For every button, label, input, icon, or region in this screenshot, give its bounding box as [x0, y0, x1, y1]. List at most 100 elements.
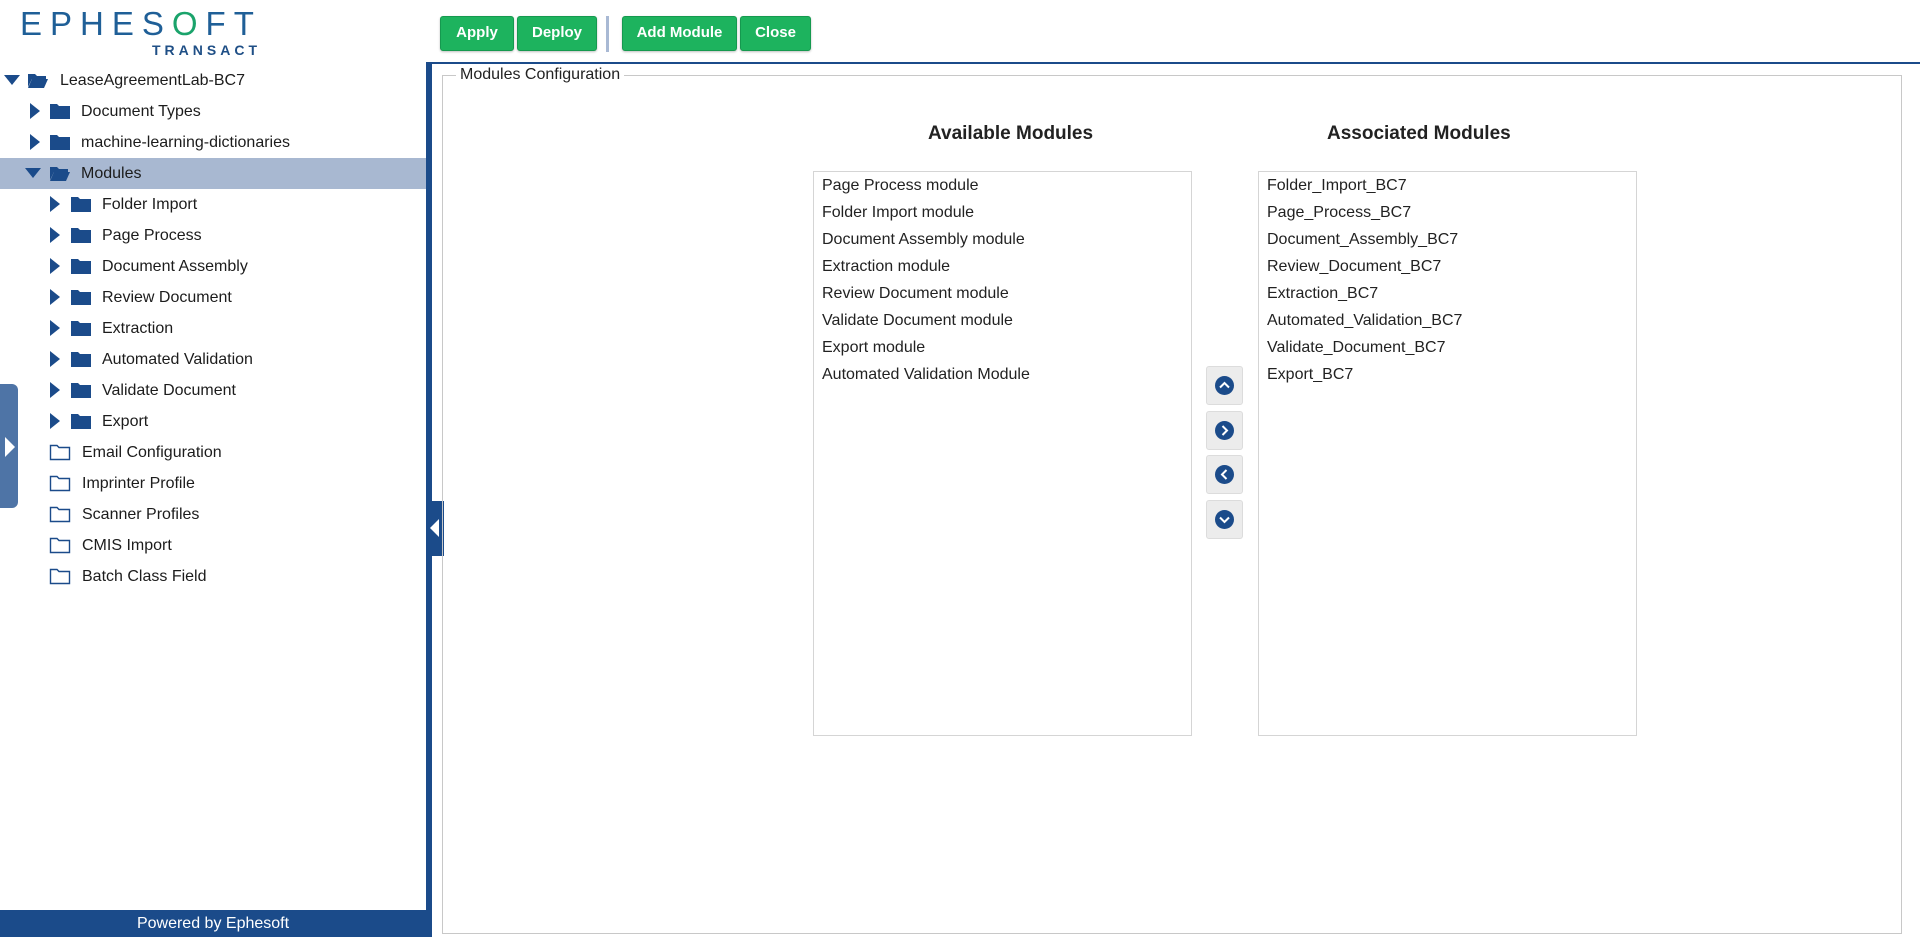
folder-icon — [50, 104, 70, 119]
open-folder-icon — [28, 74, 48, 88]
expand-right-icon[interactable] — [50, 289, 60, 305]
tree-label-root[interactable]: LeaseAgreementLab-BC7 — [60, 71, 245, 91]
list-item[interactable]: Validate Document module — [814, 307, 1191, 334]
expand-right-icon[interactable] — [30, 134, 40, 150]
tree-label[interactable]: Batch Class Field — [82, 567, 207, 587]
list-item[interactable]: Extraction module — [814, 253, 1191, 280]
list-item[interactable]: Automated_Validation_BC7 — [1259, 307, 1636, 334]
expand-right-icon[interactable] — [50, 413, 60, 429]
available-modules-list[interactable]: Page Process module Folder Import module… — [813, 171, 1192, 736]
tree-item-module[interactable]: Folder Import — [0, 189, 426, 220]
folder-icon — [71, 228, 91, 243]
folder-outline-icon — [49, 568, 71, 585]
tree-item-ml-dictionaries[interactable]: machine-learning-dictionaries — [0, 127, 426, 158]
ephesoft-logo: EPHESOFT TRANSACT — [20, 5, 257, 59]
folder-outline-icon — [49, 506, 71, 523]
tree-item-module[interactable]: Validate Document — [0, 375, 426, 406]
move-right-button[interactable] — [1206, 411, 1243, 450]
tree-label[interactable]: Scanner Profiles — [82, 505, 199, 525]
list-item[interactable]: Folder Import module — [814, 199, 1191, 226]
tree-label[interactable]: machine-learning-dictionaries — [81, 133, 290, 153]
powered-by-footer: Powered by Ephesoft — [0, 910, 426, 937]
tree-label[interactable]: Extraction — [102, 319, 173, 339]
tree-root[interactable]: LeaseAgreementLab-BC7 — [0, 65, 426, 96]
list-item[interactable]: Folder_Import_BC7 — [1259, 172, 1636, 199]
tree-item-module[interactable]: Page Process — [0, 220, 426, 251]
tree-label[interactable]: Export — [102, 412, 148, 432]
tree-label[interactable]: Email Configuration — [82, 443, 222, 463]
tree-item-cmis-import[interactable]: CMIS Import — [0, 530, 426, 561]
tree-label[interactable]: Page Process — [102, 226, 202, 246]
expand-right-icon[interactable] — [50, 227, 60, 243]
chevron-up-icon — [1215, 376, 1234, 395]
tree-label[interactable]: Document Assembly — [102, 257, 248, 277]
add-module-button[interactable]: Add Module — [622, 16, 737, 51]
toolbar-underline — [432, 62, 1920, 64]
caret-right-icon — [5, 437, 15, 457]
expand-down-icon[interactable] — [4, 75, 20, 85]
tree-item-module[interactable]: Review Document — [0, 282, 426, 313]
list-item[interactable]: Export module — [814, 334, 1191, 361]
expand-right-icon[interactable] — [30, 103, 40, 119]
panel-splitter[interactable] — [426, 62, 432, 937]
batch-class-tree: LeaseAgreementLab-BC7 Document Types mac… — [0, 65, 426, 592]
tree-label[interactable]: Review Document — [102, 288, 232, 308]
tree-item-email-configuration[interactable]: Email Configuration — [0, 437, 426, 468]
folder-icon — [71, 352, 91, 367]
tree-item-module[interactable]: Extraction — [0, 313, 426, 344]
apply-button[interactable]: Apply — [440, 16, 514, 51]
expand-right-icon[interactable] — [50, 196, 60, 212]
tree-item-document-types[interactable]: Document Types — [0, 96, 426, 127]
folder-icon — [71, 414, 91, 429]
move-left-button[interactable] — [1206, 455, 1243, 494]
folder-icon — [71, 259, 91, 274]
expand-right-icon[interactable] — [50, 258, 60, 274]
tree-item-imprinter-profile[interactable]: Imprinter Profile — [0, 468, 426, 499]
list-item[interactable]: Document Assembly module — [814, 226, 1191, 253]
list-item[interactable]: Validate_Document_BC7 — [1259, 334, 1636, 361]
tree-item-batch-class-field[interactable]: Batch Class Field — [0, 561, 426, 592]
tree-label[interactable]: Validate Document — [102, 381, 236, 401]
associated-modules-list[interactable]: Folder_Import_BC7 Page_Process_BC7 Docum… — [1258, 171, 1637, 736]
expand-side-panel-tab[interactable] — [0, 384, 18, 508]
move-up-button[interactable] — [1206, 366, 1243, 405]
folder-icon — [50, 135, 70, 150]
expand-right-icon[interactable] — [50, 382, 60, 398]
list-item[interactable]: Extraction_BC7 — [1259, 280, 1636, 307]
list-item[interactable]: Export_BC7 — [1259, 361, 1636, 388]
toolbar-divider — [606, 16, 609, 52]
tree-item-module[interactable]: Automated Validation — [0, 344, 426, 375]
logo-accent-letter: O — [171, 5, 206, 42]
folder-outline-icon — [49, 475, 71, 492]
tree-item-scanner-profiles[interactable]: Scanner Profiles — [0, 499, 426, 530]
open-folder-icon — [50, 167, 70, 181]
close-button[interactable]: Close — [740, 16, 811, 51]
folder-icon — [71, 383, 91, 398]
folder-icon — [71, 290, 91, 305]
tree-label[interactable]: CMIS Import — [82, 536, 172, 556]
tree-label[interactable]: Modules — [81, 164, 141, 184]
tree-label[interactable]: Document Types — [81, 102, 201, 122]
list-item[interactable]: Page Process module — [814, 172, 1191, 199]
expand-right-icon[interactable] — [50, 320, 60, 336]
list-item[interactable]: Review_Document_BC7 — [1259, 253, 1636, 280]
tree-label[interactable]: Imprinter Profile — [82, 474, 195, 494]
available-modules-title: Available Modules — [928, 123, 1094, 144]
tree-item-modules[interactable]: Modules — [0, 158, 426, 189]
chevron-down-icon — [1215, 510, 1234, 529]
expand-down-icon[interactable] — [25, 168, 41, 178]
expand-right-icon[interactable] — [50, 351, 60, 367]
folder-outline-icon — [49, 537, 71, 554]
list-item[interactable]: Document_Assembly_BC7 — [1259, 226, 1636, 253]
tree-label[interactable]: Automated Validation — [102, 350, 253, 370]
deploy-button[interactable]: Deploy — [517, 16, 597, 51]
tree-label[interactable]: Folder Import — [102, 195, 197, 215]
move-down-button[interactable] — [1206, 500, 1243, 539]
list-item[interactable]: Automated Validation Module — [814, 361, 1191, 388]
tree-item-module[interactable]: Export — [0, 406, 426, 437]
list-item[interactable]: Page_Process_BC7 — [1259, 199, 1636, 226]
list-item[interactable]: Review Document module — [814, 280, 1191, 307]
folder-outline-icon — [49, 444, 71, 461]
navigation-panel: EPHESOFT TRANSACT LeaseAgreementLab-BC7 … — [0, 0, 426, 937]
tree-item-module[interactable]: Document Assembly — [0, 251, 426, 282]
